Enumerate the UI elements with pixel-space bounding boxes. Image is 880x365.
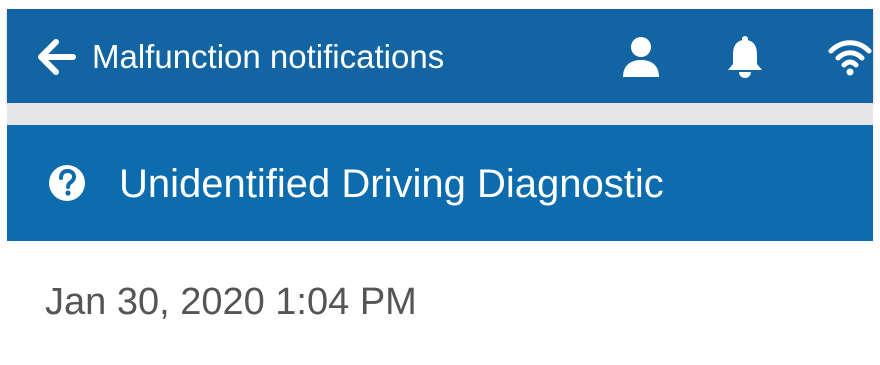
user-icon bbox=[623, 37, 659, 77]
back-button[interactable] bbox=[37, 39, 77, 75]
notification-card-header[interactable]: Unidentified Driving Diagnostic bbox=[7, 125, 873, 241]
notification-title: Unidentified Driving Diagnostic bbox=[119, 162, 664, 206]
notification-timestamp: Jan 30, 2020 1:04 PM bbox=[45, 281, 417, 323]
notifications-button[interactable] bbox=[723, 35, 767, 79]
bell-icon bbox=[728, 36, 762, 78]
app-frame: Malfunction notifications Unidentified D… bbox=[0, 0, 880, 365]
user-button[interactable] bbox=[619, 35, 663, 79]
wifi-icon bbox=[828, 40, 872, 76]
section-divider bbox=[7, 103, 873, 125]
connection-button[interactable] bbox=[828, 35, 872, 79]
arrow-left-icon bbox=[38, 39, 76, 75]
question-circle-icon bbox=[49, 165, 85, 201]
page-title: Malfunction notifications bbox=[92, 38, 445, 75]
notification-card-body: Jan 30, 2020 1:04 PM bbox=[7, 241, 873, 365]
top-app-bar: Malfunction notifications bbox=[7, 9, 873, 103]
